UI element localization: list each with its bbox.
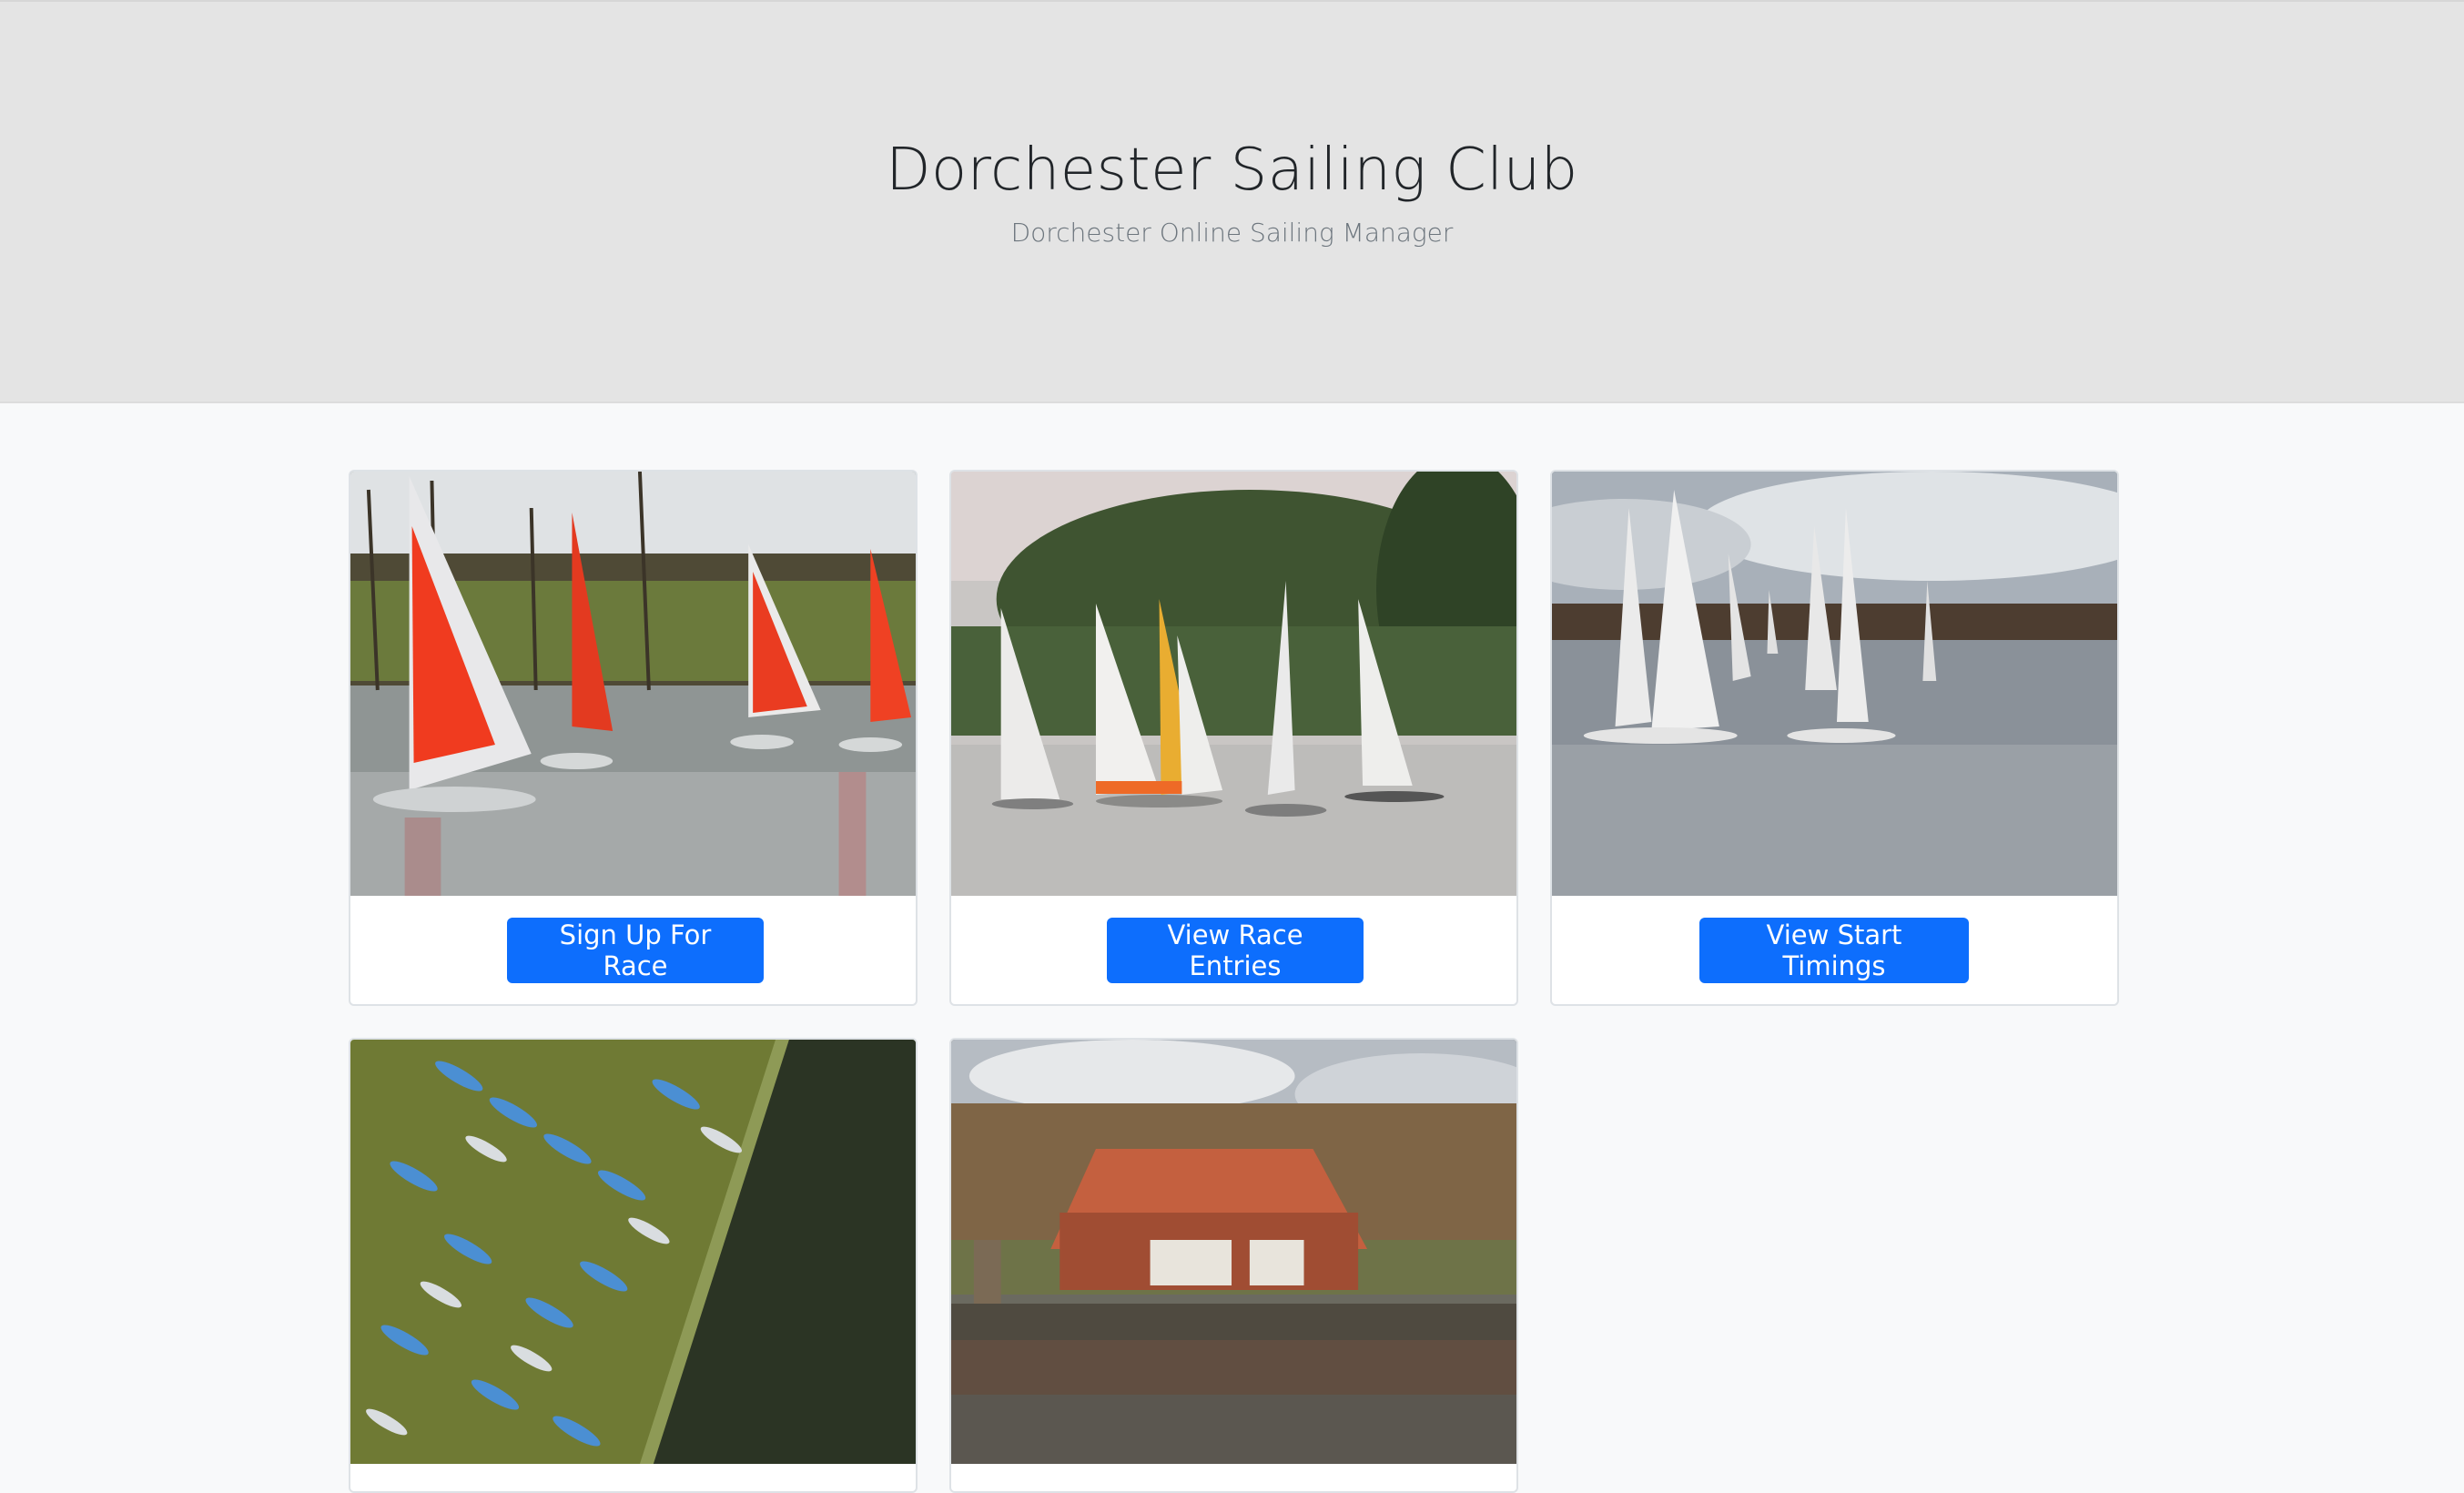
boat-park-card bbox=[349, 1038, 918, 1493]
white-sail-dinghies-image bbox=[951, 472, 1516, 896]
view-start-timings-button[interactable]: View Start Timings bbox=[1699, 918, 1969, 983]
page-subtitle: Dorchester Online Sailing Manager bbox=[1010, 218, 1454, 248]
page-title: Dorchester Sailing Club bbox=[886, 137, 1578, 204]
aerial-boat-park-image bbox=[350, 1040, 916, 1464]
clubhouse-lake-image bbox=[951, 1040, 1516, 1464]
sign-up-for-race-button[interactable]: Sign Up For Race bbox=[507, 918, 764, 983]
dinghies-open-water-image bbox=[1552, 472, 2117, 896]
view-race-entries-button[interactable]: View Race Entries bbox=[1107, 918, 1364, 983]
race-entries-card: View Race Entries bbox=[949, 470, 1518, 1006]
start-timings-card: View Start Timings bbox=[1550, 470, 2119, 1006]
header-banner: Dorchester Sailing Club Dorchester Onlin… bbox=[0, 0, 2464, 403]
sign-up-card: Sign Up For Race bbox=[349, 470, 918, 1006]
clubhouse-card bbox=[949, 1038, 1518, 1493]
red-sail-dinghies-image bbox=[350, 472, 916, 896]
